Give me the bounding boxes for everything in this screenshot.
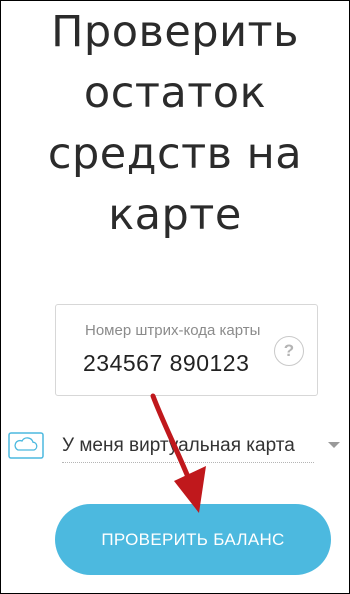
cloud-card-icon [8,432,44,459]
help-icon[interactable]: ? [274,336,304,366]
page-title-line: средств на [47,129,303,179]
page-title-line: Проверить [51,7,299,57]
page-title: Проверить остаток средств на карте [0,2,350,246]
card-type-select[interactable]: У меня виртуальная карта [62,429,344,463]
card-type-value: У меня виртуальная карта [62,435,295,456]
check-balance-button[interactable]: ПРОВЕРИТЬ БАЛАНС [55,504,331,575]
page-title-line: остаток [83,68,267,118]
barcode-field[interactable]: Номер штрих-кода карты 234567 890123 ? [55,304,318,396]
barcode-field-label: Номер штрих-кода карты [85,322,261,339]
chevron-down-icon[interactable] [328,442,340,448]
select-underline [62,462,314,463]
page-title-line: карте [108,190,242,240]
barcode-input[interactable]: 234567 890123 [83,350,249,377]
